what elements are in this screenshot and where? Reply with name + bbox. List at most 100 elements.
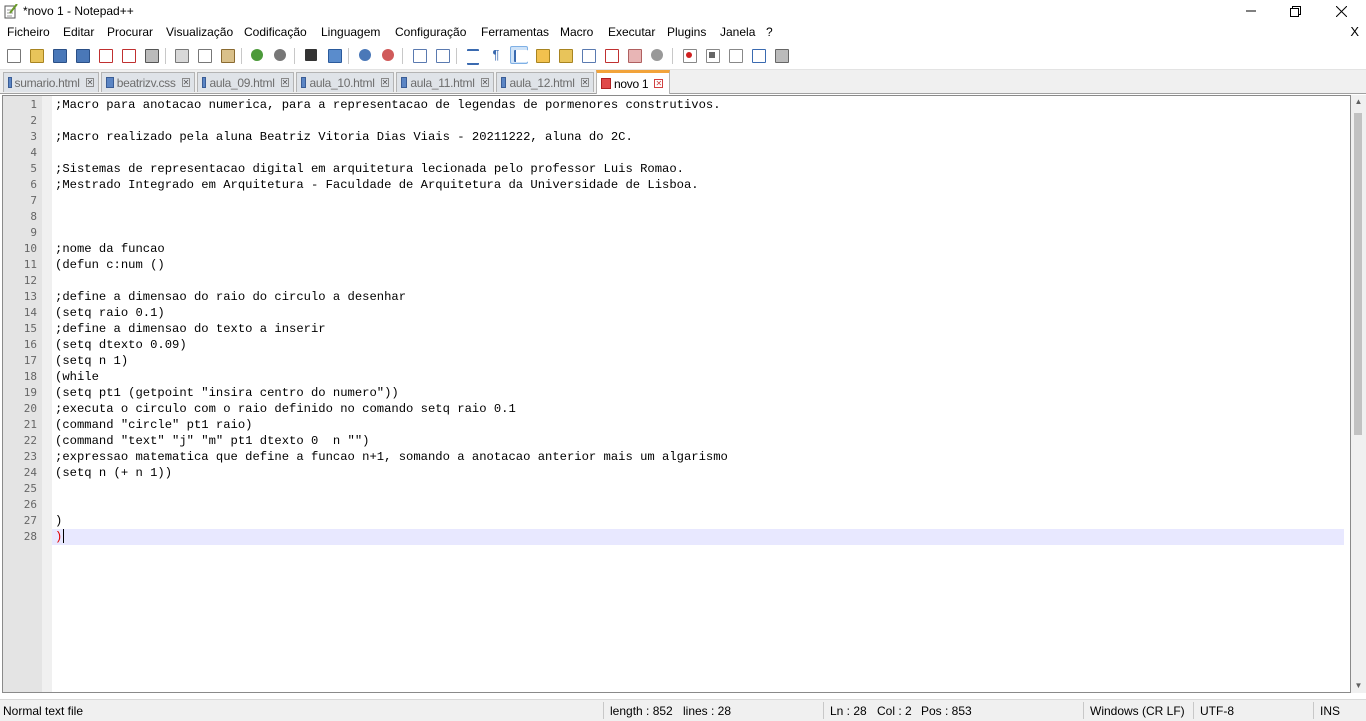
- editor-line[interactable]: 4: [3, 145, 1350, 161]
- tab-close-icon[interactable]: ✕: [580, 78, 589, 87]
- word-wrap-button[interactable]: [464, 46, 482, 65]
- editor-line[interactable]: 25: [3, 481, 1350, 497]
- code-line-text[interactable]: [52, 209, 1344, 225]
- scroll-down-icon[interactable]: ▼: [1351, 679, 1366, 693]
- tab-close-icon[interactable]: ✕: [85, 78, 94, 87]
- run-multiple-button[interactable]: [749, 46, 767, 64]
- sync-horizontal-button[interactable]: [433, 46, 451, 64]
- new-file-button[interactable]: [4, 46, 22, 64]
- editor-line[interactable]: 18 (while: [3, 369, 1350, 385]
- code-line-text[interactable]: ): [52, 529, 1344, 545]
- menu-ficheiro[interactable]: Ficheiro: [7, 25, 50, 39]
- editor-line[interactable]: 9: [3, 225, 1350, 241]
- close-all-button[interactable]: [119, 46, 137, 64]
- code-line-text[interactable]: ;Macro realizado pela aluna Beatriz Vito…: [52, 129, 1344, 145]
- editor-line[interactable]: 23 ;expressao matematica que define a fun…: [3, 449, 1350, 465]
- close-button[interactable]: [96, 46, 114, 64]
- monitoring-button[interactable]: [602, 46, 620, 64]
- paste-button[interactable]: [218, 46, 236, 64]
- open-file-button[interactable]: [27, 46, 45, 64]
- editor-line[interactable]: 14 (setq raio 0.1): [3, 305, 1350, 321]
- redo-button[interactable]: [271, 46, 289, 64]
- code-line-text[interactable]: ;expressao matematica que define a funca…: [52, 449, 1344, 465]
- code-line-text[interactable]: (setq n 1): [52, 353, 1344, 369]
- tab-aula-09-html[interactable]: aula_09.html ✕: [197, 72, 294, 92]
- zoom-out-button[interactable]: [379, 46, 397, 64]
- editor-line[interactable]: 13 ;define a dimensao do raio do circulo …: [3, 289, 1350, 305]
- restore-button[interactable]: [1272, 0, 1318, 22]
- menu-linguagem[interactable]: Linguagem: [321, 25, 380, 39]
- code-line-text[interactable]: ;define a dimensao do raio do circulo a …: [52, 289, 1344, 305]
- show-all-characters-button[interactable]: ¶: [487, 46, 505, 64]
- editor-line[interactable]: 20 ;executa o circulo com o raio definido…: [3, 401, 1350, 417]
- replace-button[interactable]: [325, 46, 343, 64]
- menu-procurar[interactable]: Procurar: [107, 25, 153, 39]
- code-line-text[interactable]: (setq raio 0.1): [52, 305, 1344, 321]
- editor-line[interactable]: 6 ;Mestrado Integrado em Arquitetura - Fa…: [3, 177, 1350, 193]
- editor-line[interactable]: 11 (defun c:num (): [3, 257, 1350, 273]
- code-line-text[interactable]: [52, 497, 1344, 513]
- editor-line[interactable]: 2: [3, 113, 1350, 129]
- tab-aula-12-html[interactable]: aula_12.html ✕: [496, 72, 594, 92]
- menu-editar[interactable]: Editar: [63, 25, 94, 39]
- code-line-text[interactable]: [52, 113, 1344, 129]
- code-line-text[interactable]: ;Mestrado Integrado em Arquitetura - Fac…: [52, 177, 1344, 193]
- code-line-text[interactable]: (setq pt1 (getpoint "insira centro do nu…: [52, 385, 1344, 401]
- code-line-text[interactable]: (defun c:num (): [52, 257, 1344, 273]
- save-macro-button[interactable]: [772, 46, 790, 64]
- code-line-text[interactable]: (command "text" "j" "m" pt1 dtexto 0 n "…: [52, 433, 1344, 449]
- tab-novo-1[interactable]: novo 1 ✕: [596, 70, 670, 94]
- editor-line[interactable]: 8: [3, 209, 1350, 225]
- editor-line[interactable]: 7: [3, 193, 1350, 209]
- tab-close-icon[interactable]: ✕: [280, 78, 289, 87]
- menu-help[interactable]: ?: [766, 25, 773, 39]
- code-line-text[interactable]: [52, 273, 1344, 289]
- code-line-text[interactable]: (command "circle" pt1 raio): [52, 417, 1344, 433]
- editor-line[interactable]: 16 (setq dtexto 0.09): [3, 337, 1350, 353]
- editor-line[interactable]: 17 (setq n 1): [3, 353, 1350, 369]
- menu-ferramentas[interactable]: Ferramentas: [481, 25, 549, 39]
- find-button[interactable]: [302, 46, 320, 64]
- menu-configuracao[interactable]: Configuração: [395, 25, 466, 39]
- editor-line[interactable]: 19 (setq pt1 (getpoint "insira centro do …: [3, 385, 1350, 401]
- undo-button[interactable]: [248, 46, 266, 64]
- tab-close-icon[interactable]: ✕: [654, 79, 664, 88]
- menu-janela[interactable]: Janela: [720, 25, 755, 39]
- close-window-button[interactable]: [1318, 0, 1364, 22]
- code-line-text[interactable]: ;Macro para anotacao numerica, para a re…: [52, 97, 1344, 113]
- start-recording-button[interactable]: [680, 46, 698, 64]
- code-line-text[interactable]: [52, 193, 1344, 209]
- code-line-text[interactable]: ;executa o circulo com o raio definido n…: [52, 401, 1344, 417]
- file-browser-button[interactable]: [625, 46, 643, 64]
- indent-guide-button[interactable]: [510, 46, 528, 64]
- code-line-text[interactable]: ;define a dimensao do texto a inserir: [52, 321, 1344, 337]
- stop-recording-button[interactable]: [703, 46, 721, 64]
- folder-as-workspace-button[interactable]: [556, 46, 574, 64]
- editor-line[interactable]: 5 ;Sistemas de representacao digital em a…: [3, 161, 1350, 177]
- code-line-text[interactable]: (while: [52, 369, 1344, 385]
- code-line-text[interactable]: ;Sistemas de representacao digital em ar…: [52, 161, 1344, 177]
- text-editor[interactable]: 1 ;Macro para anotacao numerica, para a r…: [2, 95, 1351, 693]
- editor-line[interactable]: 24 (setq n (+ n 1)): [3, 465, 1350, 481]
- editor-line[interactable]: 15 ;define a dimensao do texto a inserir: [3, 321, 1350, 337]
- code-line-text[interactable]: (setq dtexto 0.09): [52, 337, 1344, 353]
- code-line-text[interactable]: ;nome da funcao: [52, 241, 1344, 257]
- save-button[interactable]: [50, 46, 68, 64]
- editor-line[interactable]: 28): [3, 529, 1350, 545]
- editor-line[interactable]: 10 ;nome da funcao: [3, 241, 1350, 257]
- tab-close-icon[interactable]: ✕: [181, 78, 190, 87]
- code-line-text[interactable]: [52, 225, 1344, 241]
- menu-visualizacao[interactable]: Visualização: [166, 25, 233, 39]
- tab-aula-11-html[interactable]: aula_11.html ✕: [396, 72, 494, 92]
- scrollbar-thumb[interactable]: [1354, 113, 1362, 435]
- editor-line[interactable]: 27): [3, 513, 1350, 529]
- playback-button[interactable]: [726, 46, 744, 64]
- editor-line[interactable]: 1 ;Macro para anotacao numerica, para a r…: [3, 97, 1350, 113]
- editor-line[interactable]: 26: [3, 497, 1350, 513]
- cloud-button[interactable]: [648, 46, 666, 64]
- save-all-button[interactable]: [73, 46, 91, 64]
- vertical-scrollbar[interactable]: ▲ ▼: [1351, 95, 1366, 693]
- sync-vertical-button[interactable]: [410, 46, 428, 64]
- tab-close-icon[interactable]: ✕: [380, 78, 389, 87]
- menu-executar[interactable]: Executar: [608, 25, 655, 39]
